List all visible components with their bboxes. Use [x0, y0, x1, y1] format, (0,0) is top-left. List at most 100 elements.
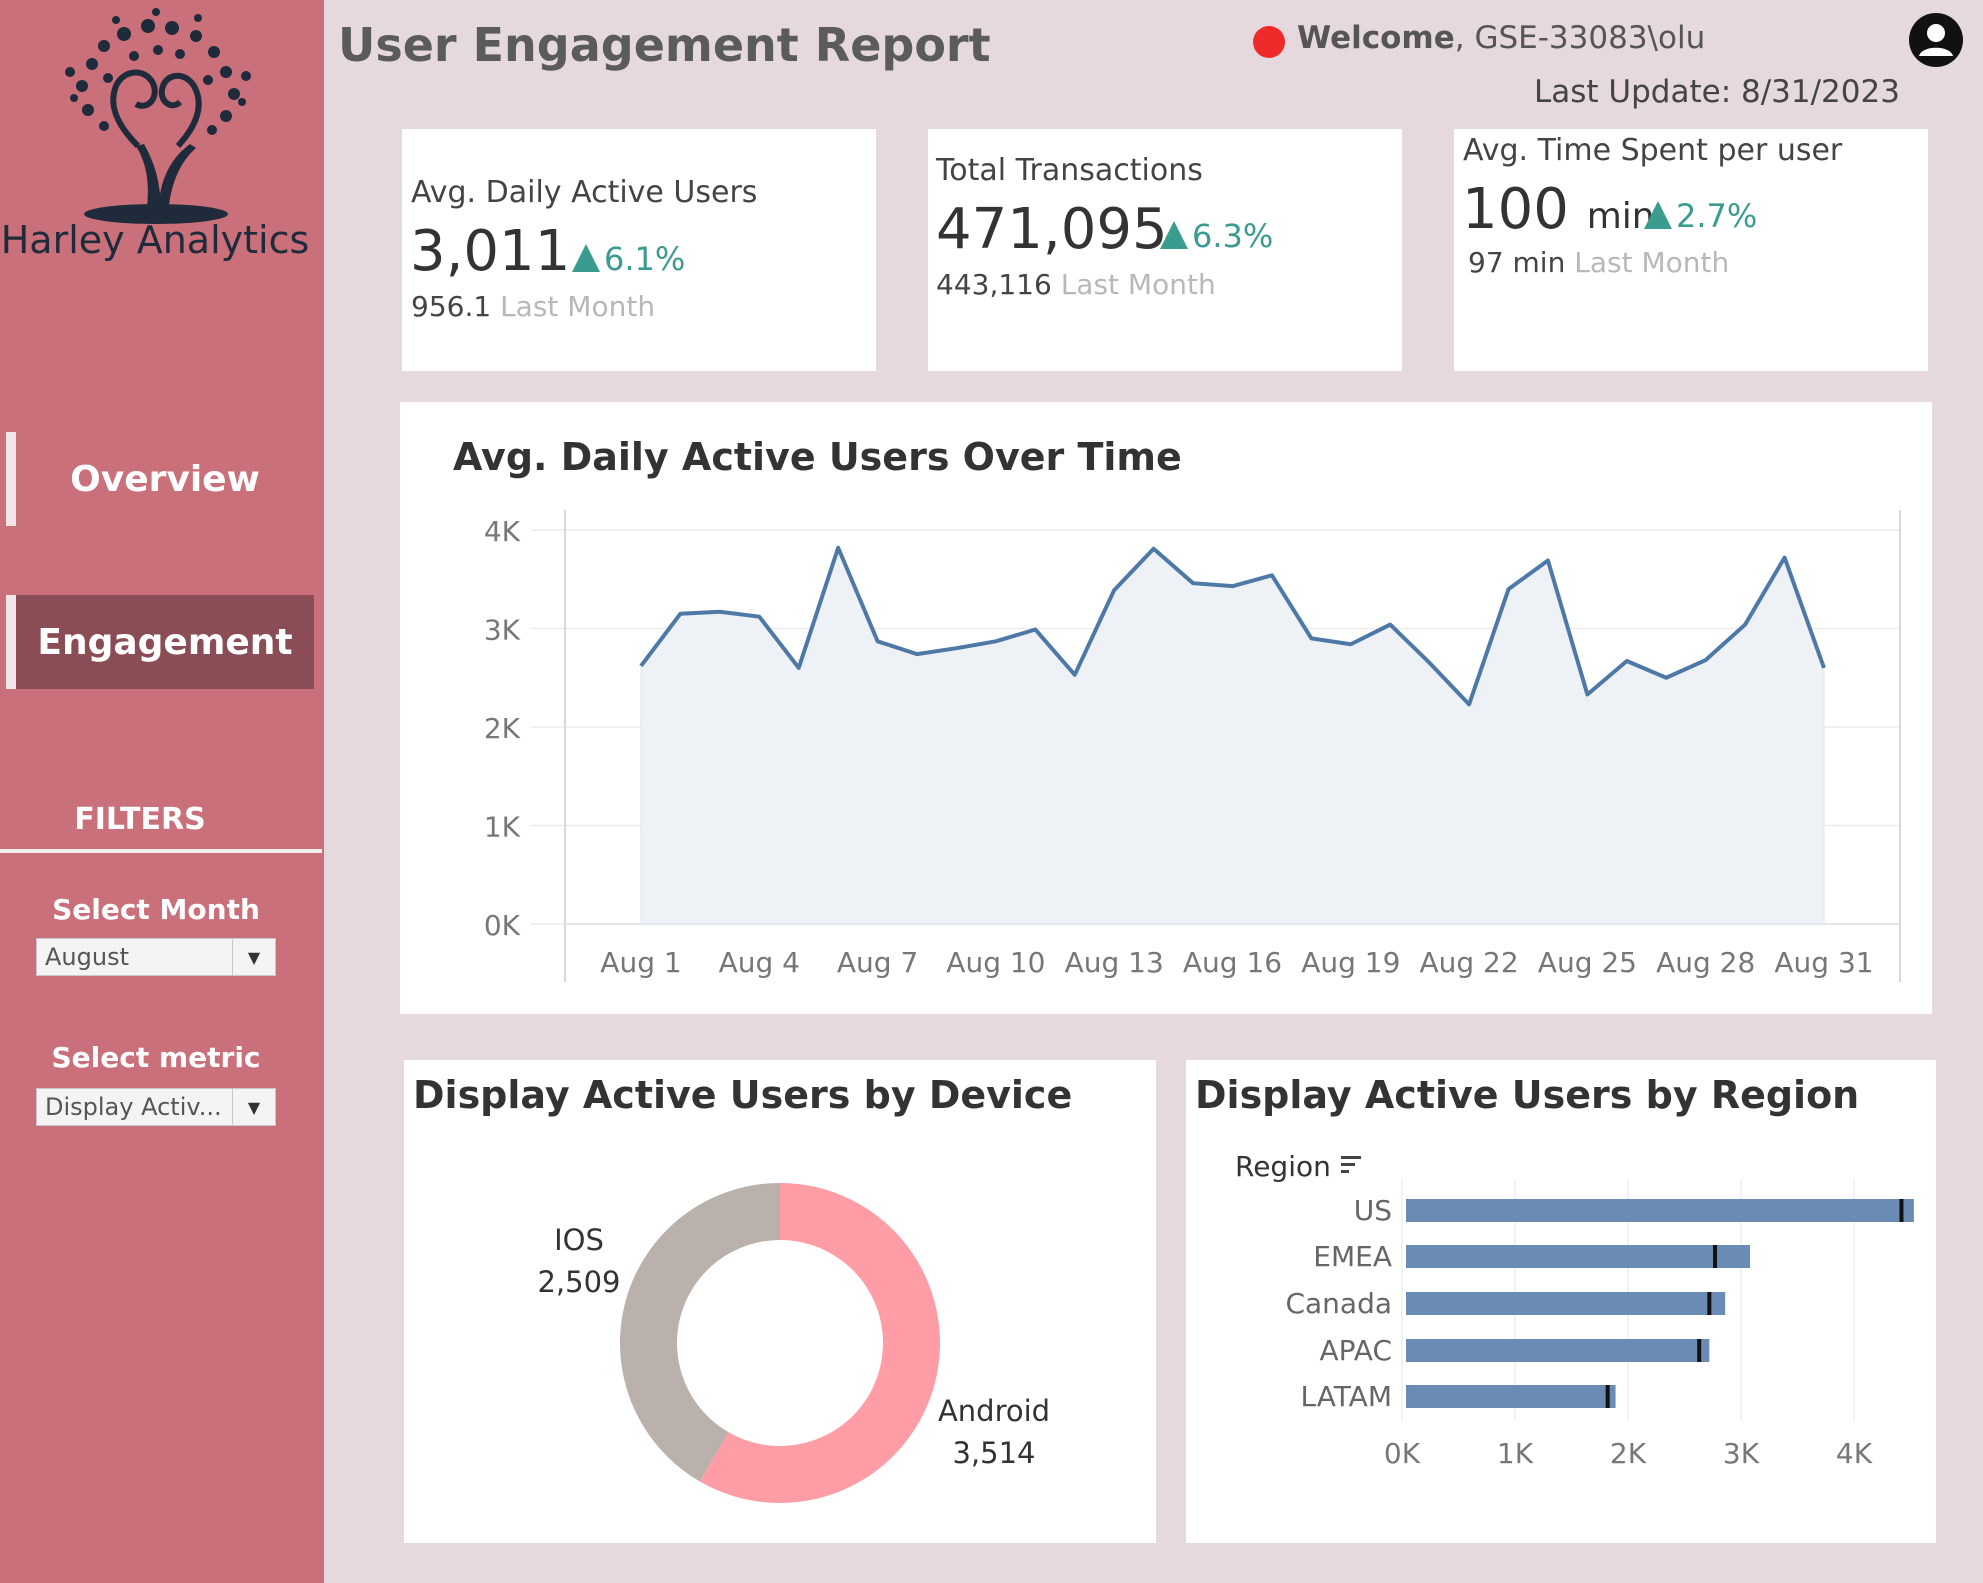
x-tick-label: Aug 4 — [719, 946, 800, 979]
region-label: EMEA — [1313, 1240, 1392, 1273]
data-point[interactable] — [872, 635, 884, 647]
region-bar[interactable] — [1406, 1339, 1710, 1362]
x-tick-label: Aug 1 — [600, 946, 681, 979]
chevron-down-icon[interactable]: ▼ — [232, 939, 275, 975]
region-bar[interactable] — [1406, 1385, 1616, 1408]
data-point[interactable] — [1266, 569, 1278, 581]
x-tick-label: Aug 28 — [1656, 946, 1755, 979]
data-point[interactable] — [1503, 583, 1515, 595]
region-label: US — [1354, 1194, 1392, 1227]
kpi-previous-label: Last Month — [500, 290, 656, 323]
filters-title: FILTERS — [74, 802, 206, 837]
data-point[interactable] — [714, 606, 726, 618]
reference-mark — [1707, 1292, 1712, 1315]
x-tick-label: Aug 19 — [1301, 946, 1400, 979]
x-tick-label: Aug 25 — [1538, 946, 1637, 979]
data-point[interactable] — [674, 608, 686, 620]
data-point[interactable] — [1818, 662, 1830, 674]
data-point[interactable] — [1700, 654, 1712, 666]
sidebar: Harley Analytics Overview Engagement FIL… — [0, 0, 324, 1583]
nav-engagement[interactable]: Engagement — [6, 595, 314, 689]
data-point[interactable] — [1660, 672, 1672, 684]
region-bar[interactable] — [1406, 1292, 1726, 1315]
data-point[interactable] — [1029, 623, 1041, 635]
slice-label: Android — [938, 1394, 1050, 1428]
x-tick-label: Aug 10 — [946, 946, 1045, 979]
data-point[interactable] — [1739, 619, 1751, 631]
nav-overview[interactable]: Overview — [6, 432, 314, 526]
region-label: Canada — [1285, 1287, 1392, 1320]
data-point[interactable] — [1108, 584, 1120, 596]
data-point[interactable] — [832, 542, 844, 554]
user-avatar-icon[interactable] — [1908, 12, 1964, 68]
sort-icon[interactable] — [1341, 1156, 1361, 1173]
kpi-previous-value: 97 min — [1468, 246, 1566, 279]
kpi-previous-label: Last Month — [1574, 246, 1730, 279]
kpi-change-value: 6.3% — [1192, 217, 1274, 255]
y-tick-label: 2K — [484, 712, 521, 745]
data-point[interactable] — [1542, 555, 1554, 567]
status-indicator-icon — [1253, 26, 1285, 58]
chevron-down-icon[interactable]: ▼ — [232, 1089, 275, 1125]
slice-label: IOS — [554, 1223, 604, 1257]
kpi-card-total-transactions: Total Transactions 471,095 6.3% 443,116 … — [928, 129, 1402, 371]
kpi-change: 2.7% — [1644, 197, 1757, 235]
x-tick-label: 2K — [1610, 1437, 1647, 1470]
data-point[interactable] — [950, 642, 962, 654]
page-title: User Engagement Report — [338, 18, 991, 72]
data-point[interactable] — [1305, 632, 1317, 644]
data-point[interactable] — [911, 648, 923, 660]
data-point[interactable] — [1424, 657, 1436, 669]
kpi-title: Avg. Daily Active Users — [411, 175, 758, 210]
x-tick-label: Aug 31 — [1774, 946, 1873, 979]
data-point[interactable] — [793, 662, 805, 674]
data-point[interactable] — [1581, 688, 1593, 700]
kpi-title: Total Transactions — [936, 153, 1203, 188]
region-bar-chart: 0K 1K 2K 3K 4K Region US EMEA Canada APAC LATAM — [1235, 1150, 1914, 1470]
select-metric-value: Display Activ... — [45, 1093, 222, 1121]
kpi-value: 471,095 — [936, 197, 1168, 262]
x-tick-label: Aug 16 — [1183, 946, 1282, 979]
kpi-title: Avg. Time Spent per user — [1463, 133, 1843, 168]
data-point[interactable] — [1227, 580, 1239, 592]
kpi-previous-value: 443,116 — [936, 268, 1052, 301]
y-tick-label: 1K — [484, 811, 521, 844]
y-tick-label: 4K — [484, 515, 521, 548]
up-triangle-icon — [1644, 201, 1672, 229]
region-bar[interactable] — [1406, 1199, 1914, 1222]
data-point[interactable] — [1148, 543, 1160, 555]
data-point[interactable] — [753, 611, 765, 623]
select-metric-dropdown[interactable]: Display Activ... ▼ — [36, 1088, 276, 1126]
data-point[interactable] — [1069, 669, 1081, 681]
kpi-change-value: 2.7% — [1676, 197, 1758, 235]
welcome-user: , GSE-33083\olu — [1454, 20, 1706, 56]
data-point[interactable] — [1345, 638, 1357, 650]
select-month-label: Select Month — [52, 893, 260, 926]
kpi-card-time-spent: Avg. Time Spent per user 100 min 2.7% 97… — [1454, 129, 1928, 371]
select-month-dropdown[interactable]: August ▼ — [36, 938, 276, 976]
region-bar[interactable] — [1406, 1245, 1751, 1268]
logo-text: Harley Analytics — [0, 218, 310, 262]
kpi-value: 3,011 — [410, 219, 571, 284]
x-tick-label: 1K — [1497, 1437, 1534, 1470]
data-point[interactable] — [1384, 619, 1396, 631]
data-point[interactable] — [1779, 552, 1791, 564]
data-point[interactable] — [1621, 655, 1633, 667]
kpi-previous-value: 956.1 — [411, 290, 492, 323]
line-chart: 0K 1K 2K 3K 4K Aug 1 Aug 4 Aug 7 Aug 10 Aug 13 Aug… — [484, 510, 1901, 982]
kpi-previous: 443,116 Last Month — [936, 268, 1216, 301]
x-tick-label: Aug 13 — [1065, 946, 1164, 979]
kpi-card-daily-active-users: Avg. Daily Active Users 3,011 6.1% 956.1… — [402, 129, 876, 371]
reference-mark — [1899, 1199, 1904, 1222]
last-update: Last Update: 8/31/2023 — [1534, 74, 1900, 110]
data-point[interactable] — [1463, 698, 1475, 710]
data-point[interactable] — [1187, 577, 1199, 589]
y-tick-label: 3K — [484, 614, 521, 647]
data-point[interactable] — [990, 635, 1002, 647]
kpi-change: 6.3% — [1160, 217, 1273, 255]
reference-mark — [1713, 1245, 1718, 1268]
donut-slice-ios[interactable] — [620, 1183, 780, 1482]
slice-value-label: 2,509 — [537, 1265, 620, 1299]
data-point[interactable] — [635, 660, 647, 672]
x-tick-label: Aug 22 — [1419, 946, 1518, 979]
